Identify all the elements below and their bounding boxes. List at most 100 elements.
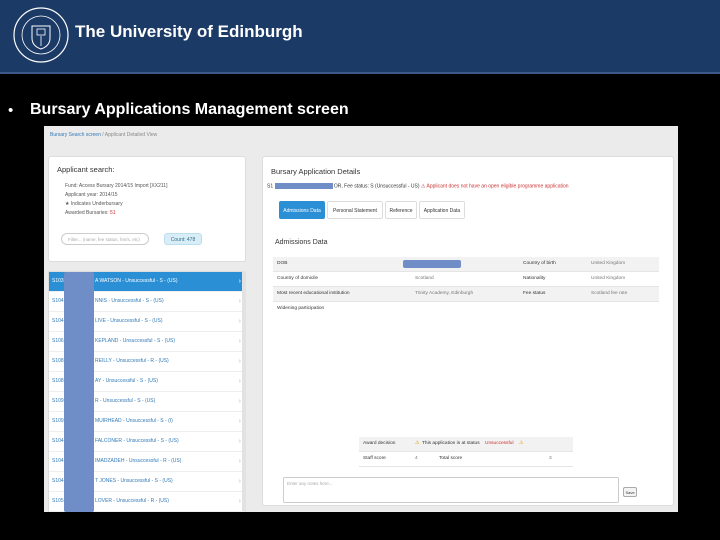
applicant-name: AY - Unsuccessful - S - (US): [95, 378, 158, 384]
applicant-search-panel: Applicant search: Fund: Access Bursary 2…: [48, 156, 246, 262]
list-scrollbar[interactable]: [242, 271, 246, 511]
tab-admissions-data[interactable]: Admissions Data: [279, 201, 325, 219]
table-row: Widening participation: [273, 302, 659, 316]
applicant-name: A WATSON - Unsuccessful - S - (US): [95, 278, 178, 284]
chevron-right-icon: ›: [238, 458, 241, 465]
warning-icon: ⚠: [420, 183, 426, 190]
applicant-name: LOVER - Unsuccessful - R - (US): [95, 498, 169, 504]
applicant-name: LIVE - Unsuccessful - S - (US): [95, 318, 163, 324]
row-label: Widening participation: [277, 306, 325, 311]
row-value: Scotland fee rate: [591, 291, 628, 296]
applicant-name: R - Unsuccessful - S - (US): [95, 398, 156, 404]
applicant-id: S105: [52, 498, 64, 504]
admissions-section-title: Admissions Data: [275, 239, 328, 246]
tab-application-data[interactable]: Application Data: [419, 201, 465, 219]
applicant-id: S104: [52, 298, 64, 304]
redaction-bar: [274, 183, 333, 189]
chevron-right-icon: ›: [238, 478, 241, 485]
breadcrumb-separator: /: [102, 132, 104, 138]
table-row: Most recent educational institution Trin…: [273, 287, 659, 302]
row-label: Country of domicile: [277, 276, 319, 281]
chevron-right-icon: ›: [238, 498, 241, 505]
notes-textarea[interactable]: Enter any notes here...: [283, 477, 619, 503]
redaction-bar: [403, 260, 461, 268]
applicant-id: S104: [52, 438, 64, 444]
details-title: Bursary Application Details: [271, 167, 361, 176]
applicant-name: NNIS - Unsuccessful - S - (US): [95, 298, 164, 304]
row-label: Most recent educational institution: [277, 291, 350, 296]
row-value: Scotland: [415, 276, 434, 281]
applicant-list: S103 A WATSON - Unsuccessful - S - (US) › …: [48, 271, 246, 512]
awarded-bursaries: Awarded Bursaries: 51: [65, 210, 116, 216]
award-status: Unsuccessful: [485, 441, 514, 446]
applicant-name: IMADZADEH - Unsuccessful - R - (US): [95, 458, 182, 464]
table-row: Country of domicile Scotland Nationality…: [273, 272, 659, 287]
count-badge: Count: 478: [164, 233, 202, 245]
staff-score-value: 4: [415, 456, 418, 461]
applicant-filter-input[interactable]: Filter... (name, fee status, hm/s, etc): [61, 233, 149, 245]
chevron-right-icon: ›: [238, 378, 241, 385]
underbursary-legend: ★ Indicates Underbursary: [65, 201, 123, 207]
award-decision-label: Award decision: [363, 441, 396, 446]
row-value: United Kingdom: [591, 261, 626, 266]
table-row: Staff score 4 Total score 3: [359, 452, 573, 467]
chevron-right-icon: ›: [238, 298, 241, 305]
row-label: Country of birth: [523, 261, 556, 266]
applicant-name: T JONES - Unsuccessful - S - (US): [95, 478, 173, 484]
applicant-id: S109: [52, 398, 64, 404]
warning-icon: ⚠: [415, 441, 420, 446]
awarded-label: Awarded Bursaries:: [65, 210, 109, 216]
search-panel-title: Applicant search:: [57, 165, 115, 174]
applicant-summary: S1 OR, Fee status: S (Unsuccessful - US)…: [267, 183, 569, 189]
chevron-right-icon: ›: [238, 398, 241, 405]
applicant-name: KEPLAND - Unsuccessful - S - (US): [95, 338, 176, 344]
applicant-id: S108: [52, 358, 64, 364]
table-row: Award decision ⚠ This application is at …: [359, 437, 573, 452]
university-banner: The University of Edinburgh: [0, 0, 720, 72]
row-label: Nationality: [523, 276, 546, 281]
breadcrumb-search-link[interactable]: Bursary Search screen: [50, 132, 101, 138]
chevron-right-icon: ›: [238, 358, 241, 365]
chevron-right-icon: ›: [238, 438, 241, 445]
university-crest-logo: [13, 7, 69, 63]
applicant-id: S109: [52, 418, 64, 424]
summary-error: Applicant does not have an open eligible…: [426, 183, 569, 190]
applicant-year-label: Applicant year: 2014/15: [65, 192, 118, 198]
applicant-id: S104: [52, 318, 64, 324]
chevron-right-icon: ›: [238, 418, 241, 425]
applicant-id: S104: [52, 458, 64, 464]
banner-divider: [0, 72, 720, 74]
redaction-bar: [64, 272, 94, 512]
row-value: Trinity Academy, Edinburgh: [415, 291, 474, 296]
awarded-count: 51: [109, 210, 116, 216]
row-label: DOB: [277, 261, 288, 266]
university-title: The University of Edinburgh: [75, 22, 303, 41]
total-score-value: 3: [549, 456, 552, 461]
tab-reference[interactable]: Reference: [385, 201, 417, 219]
applicant-id: S103: [52, 278, 64, 284]
applicant-name: MUIRHEAD - Unsuccessful - S - (I): [95, 418, 173, 424]
fund-label: Fund: Access Bursary 2014/15 Import [XX2…: [65, 183, 168, 189]
applicant-id: S108: [52, 378, 64, 384]
applicant-name: REILLY - Unsuccessful - R - (US): [95, 358, 169, 364]
breadcrumb-current: Applicant Detailed View: [104, 132, 158, 138]
app-screenshot: Bursary Search screen / Applicant Detail…: [44, 126, 678, 512]
breadcrumb: Bursary Search screen / Applicant Detail…: [50, 132, 157, 138]
summary-id: S1: [267, 183, 274, 190]
bullet-point: •: [8, 102, 14, 119]
award-decision-text: This application is at status: [422, 441, 480, 446]
applicant-id: S104: [52, 478, 64, 484]
chevron-right-icon: ›: [238, 338, 241, 345]
applicant-name: FALCONER - Unsuccessful - S - (US): [95, 438, 179, 444]
summary-status: OR, Fee status: S (Unsuccessful - US): [333, 183, 420, 190]
staff-score-label: Staff score: [363, 456, 386, 461]
save-button[interactable]: Save: [623, 487, 637, 497]
table-row: DOB Country of birth United Kingdom: [273, 257, 659, 272]
tab-personal-statement[interactable]: Personal Statement: [327, 201, 383, 219]
row-value: United Kingdom: [591, 276, 626, 281]
slide-title: Bursary Applications Management screen: [30, 101, 349, 118]
row-label: Fee status: [523, 291, 546, 296]
warning-icon: ⚠: [519, 441, 524, 446]
total-score-label: Total score: [439, 456, 463, 461]
chevron-right-icon: ›: [238, 318, 241, 325]
